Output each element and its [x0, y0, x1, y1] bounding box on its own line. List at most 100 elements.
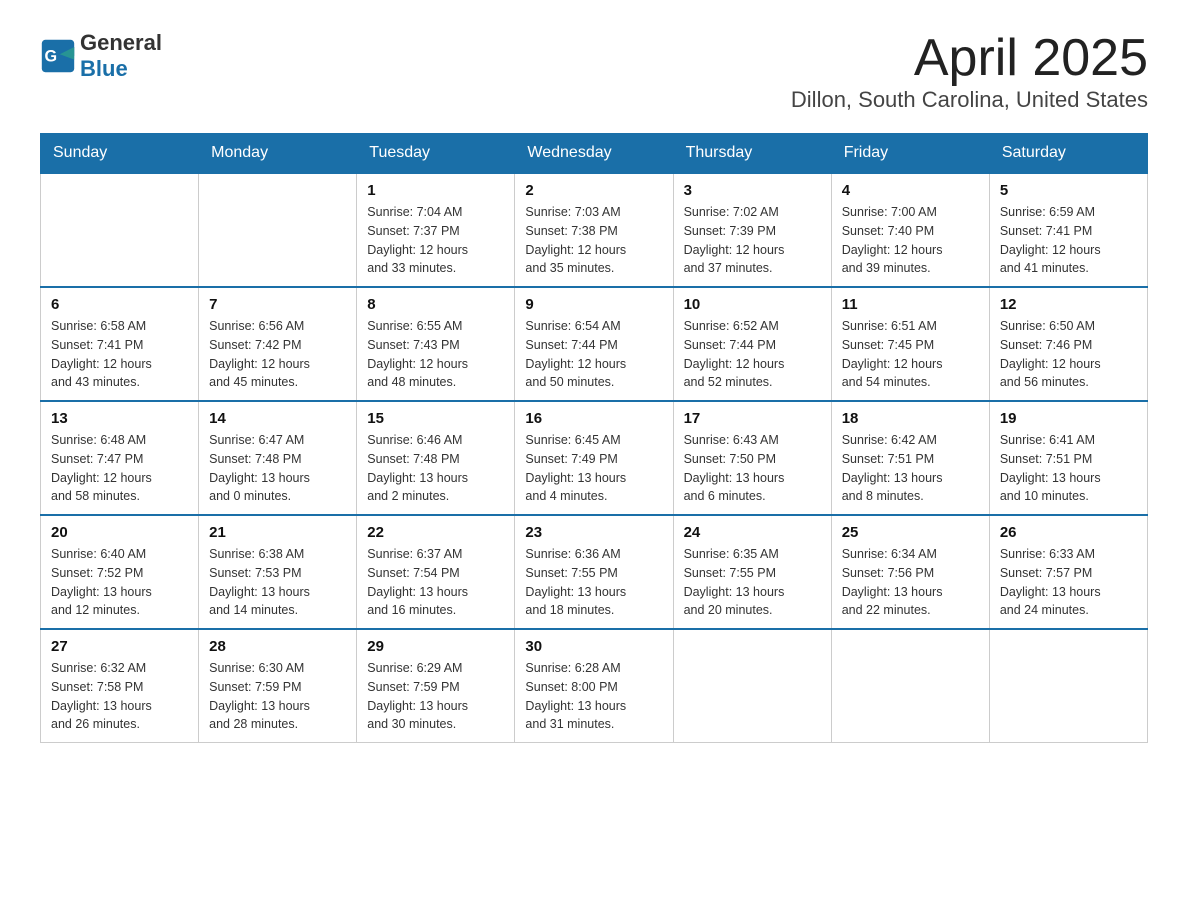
day-header-friday: Friday [831, 134, 989, 174]
day-info: Sunrise: 6:48 AMSunset: 7:47 PMDaylight:… [51, 431, 188, 506]
day-info: Sunrise: 6:34 AMSunset: 7:56 PMDaylight:… [842, 545, 979, 620]
day-number: 4 [842, 182, 979, 199]
day-info: Sunrise: 6:35 AMSunset: 7:55 PMDaylight:… [684, 545, 821, 620]
calendar-cell: 24Sunrise: 6:35 AMSunset: 7:55 PMDayligh… [673, 515, 831, 629]
calendar-week-row: 13 Sunrise: 6:48 AMSunset: 7:47 PMDayligh… [41, 401, 1148, 515]
calendar-cell: 3 Sunrise: 7:02 AMSunset: 7:39 PMDaylight… [673, 173, 831, 287]
day-info: Sunrise: 7:02 AMSunset: 7:39 PMDaylight:… [684, 203, 821, 278]
day-info: Sunrise: 6:32 AMSunset: 7:58 PMDaylight:… [51, 659, 188, 734]
calendar-cell [831, 629, 989, 743]
day-header-sunday: Sunday [41, 134, 199, 174]
day-number: 1 [367, 182, 504, 199]
calendar-table: SundayMondayTuesdayWednesdayThursdayFrid… [40, 133, 1148, 743]
calendar-cell [41, 173, 199, 287]
day-info: Sunrise: 6:56 AMSunset: 7:42 PMDaylight:… [209, 317, 346, 392]
calendar-week-row: 20Sunrise: 6:40 AMSunset: 7:52 PMDayligh… [41, 515, 1148, 629]
day-number: 30 [525, 638, 662, 655]
day-number: 27 [51, 638, 188, 655]
day-info: Sunrise: 7:03 AMSunset: 7:38 PMDaylight:… [525, 203, 662, 278]
calendar-cell: 11 Sunrise: 6:51 AMSunset: 7:45 PMDayligh… [831, 287, 989, 401]
calendar-week-row: 27 Sunrise: 6:32 AMSunset: 7:58 PMDayligh… [41, 629, 1148, 743]
day-number: 11 [842, 296, 979, 313]
day-number: 18 [842, 410, 979, 427]
day-number: 9 [525, 296, 662, 313]
day-header-tuesday: Tuesday [357, 134, 515, 174]
day-info: Sunrise: 6:40 AMSunset: 7:52 PMDaylight:… [51, 545, 188, 620]
day-number: 2 [525, 182, 662, 199]
calendar-cell: 2 Sunrise: 7:03 AMSunset: 7:38 PMDaylight… [515, 173, 673, 287]
day-number: 3 [684, 182, 821, 199]
calendar-cell: 8 Sunrise: 6:55 AMSunset: 7:43 PMDaylight… [357, 287, 515, 401]
day-number: 15 [367, 410, 504, 427]
day-info: Sunrise: 6:45 AMSunset: 7:49 PMDaylight:… [525, 431, 662, 506]
logo-text-general: General [80, 30, 162, 55]
calendar-cell: 17 Sunrise: 6:43 AMSunset: 7:50 PMDayligh… [673, 401, 831, 515]
svg-text:G: G [45, 47, 58, 65]
day-info: Sunrise: 6:42 AMSunset: 7:51 PMDaylight:… [842, 431, 979, 506]
day-info: Sunrise: 6:43 AMSunset: 7:50 PMDaylight:… [684, 431, 821, 506]
logo-text-blue: Blue [80, 56, 128, 81]
day-header-thursday: Thursday [673, 134, 831, 174]
calendar-cell: 7 Sunrise: 6:56 AMSunset: 7:42 PMDaylight… [199, 287, 357, 401]
calendar-cell: 26 Sunrise: 6:33 AMSunset: 7:57 PMDayligh… [989, 515, 1147, 629]
calendar-cell: 6 Sunrise: 6:58 AMSunset: 7:41 PMDaylight… [41, 287, 199, 401]
calendar-week-row: 6 Sunrise: 6:58 AMSunset: 7:41 PMDaylight… [41, 287, 1148, 401]
day-info: Sunrise: 6:52 AMSunset: 7:44 PMDaylight:… [684, 317, 821, 392]
day-info: Sunrise: 6:50 AMSunset: 7:46 PMDaylight:… [1000, 317, 1137, 392]
day-number: 21 [209, 524, 346, 541]
day-info: Sunrise: 6:38 AMSunset: 7:53 PMDaylight:… [209, 545, 346, 620]
day-number: 13 [51, 410, 188, 427]
day-number: 8 [367, 296, 504, 313]
logo-icon: G [40, 38, 76, 74]
calendar-cell: 14 Sunrise: 6:47 AMSunset: 7:48 PMDayligh… [199, 401, 357, 515]
calendar-cell: 30 Sunrise: 6:28 AMSunset: 8:00 PMDayligh… [515, 629, 673, 743]
day-number: 10 [684, 296, 821, 313]
day-header-saturday: Saturday [989, 134, 1147, 174]
day-number: 19 [1000, 410, 1137, 427]
day-number: 7 [209, 296, 346, 313]
day-info: Sunrise: 7:00 AMSunset: 7:40 PMDaylight:… [842, 203, 979, 278]
calendar-cell: 23Sunrise: 6:36 AMSunset: 7:55 PMDayligh… [515, 515, 673, 629]
calendar-title: April 2025 [791, 30, 1148, 87]
calendar-cell: 20Sunrise: 6:40 AMSunset: 7:52 PMDayligh… [41, 515, 199, 629]
day-info: Sunrise: 6:36 AMSunset: 7:55 PMDaylight:… [525, 545, 662, 620]
calendar-cell [199, 173, 357, 287]
day-info: Sunrise: 6:58 AMSunset: 7:41 PMDaylight:… [51, 317, 188, 392]
day-header-monday: Monday [199, 134, 357, 174]
calendar-cell: 29 Sunrise: 6:29 AMSunset: 7:59 PMDayligh… [357, 629, 515, 743]
day-info: Sunrise: 6:47 AMSunset: 7:48 PMDaylight:… [209, 431, 346, 506]
day-info: Sunrise: 6:37 AMSunset: 7:54 PMDaylight:… [367, 545, 504, 620]
calendar-cell: 25 Sunrise: 6:34 AMSunset: 7:56 PMDayligh… [831, 515, 989, 629]
calendar-cell: 15Sunrise: 6:46 AMSunset: 7:48 PMDayligh… [357, 401, 515, 515]
day-number: 16 [525, 410, 662, 427]
day-number: 5 [1000, 182, 1137, 199]
day-header-wednesday: Wednesday [515, 134, 673, 174]
calendar-cell: 18 Sunrise: 6:42 AMSunset: 7:51 PMDayligh… [831, 401, 989, 515]
day-number: 25 [842, 524, 979, 541]
calendar-cell [673, 629, 831, 743]
calendar-cell: 10 Sunrise: 6:52 AMSunset: 7:44 PMDayligh… [673, 287, 831, 401]
calendar-week-row: 1 Sunrise: 7:04 AMSunset: 7:37 PMDaylight… [41, 173, 1148, 287]
calendar-cell: 9 Sunrise: 6:54 AMSunset: 7:44 PMDaylight… [515, 287, 673, 401]
calendar-cell: 5Sunrise: 6:59 AMSunset: 7:41 PMDaylight… [989, 173, 1147, 287]
day-info: Sunrise: 6:55 AMSunset: 7:43 PMDaylight:… [367, 317, 504, 392]
day-number: 12 [1000, 296, 1137, 313]
day-number: 14 [209, 410, 346, 427]
calendar-subtitle: Dillon, South Carolina, United States [791, 87, 1148, 113]
day-info: Sunrise: 6:29 AMSunset: 7:59 PMDaylight:… [367, 659, 504, 734]
calendar-cell: 4 Sunrise: 7:00 AMSunset: 7:40 PMDaylight… [831, 173, 989, 287]
day-info: Sunrise: 6:28 AMSunset: 8:00 PMDaylight:… [525, 659, 662, 734]
day-number: 29 [367, 638, 504, 655]
calendar-cell: 21 Sunrise: 6:38 AMSunset: 7:53 PMDayligh… [199, 515, 357, 629]
day-number: 22 [367, 524, 504, 541]
day-info: Sunrise: 6:33 AMSunset: 7:57 PMDaylight:… [1000, 545, 1137, 620]
calendar-cell: 12 Sunrise: 6:50 AMSunset: 7:46 PMDayligh… [989, 287, 1147, 401]
day-info: Sunrise: 6:54 AMSunset: 7:44 PMDaylight:… [525, 317, 662, 392]
day-info: Sunrise: 6:51 AMSunset: 7:45 PMDaylight:… [842, 317, 979, 392]
calendar-cell: 22 Sunrise: 6:37 AMSunset: 7:54 PMDayligh… [357, 515, 515, 629]
day-number: 6 [51, 296, 188, 313]
day-number: 26 [1000, 524, 1137, 541]
day-info: Sunrise: 7:04 AMSunset: 7:37 PMDaylight:… [367, 203, 504, 278]
calendar-cell [989, 629, 1147, 743]
day-number: 17 [684, 410, 821, 427]
